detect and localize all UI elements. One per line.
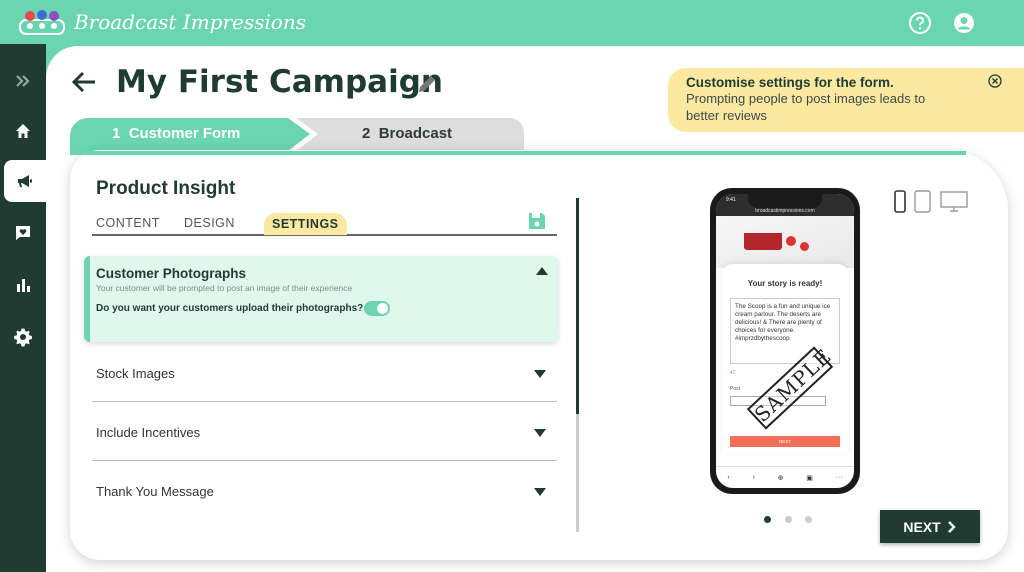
forward-icon: › [752,474,755,481]
accordion-customer-photographs[interactable]: Customer Photographs Your customer will … [84,256,558,342]
top-bar: Broadcast Impressions [0,0,1024,46]
back-arrow-icon[interactable] [70,68,98,96]
tab-content[interactable]: CONTENT [96,216,160,230]
step-label: Customer Form [128,125,241,142]
megaphone-icon [18,175,32,187]
tip-text: Prompting people to post images leads to… [686,91,926,123]
tip-banner: Customise settings for the form. Prompti… [668,68,1024,132]
form-title: Product Insight [96,178,236,199]
sidebar-item-reviews[interactable] [0,212,46,254]
photo-upload-question: Do you want your customers upload their … [96,303,364,314]
brand-name: Broadcast Impressions [74,10,306,34]
caret-down-icon [534,370,546,378]
phone-notch [748,194,822,208]
mobile-device-icon[interactable] [893,190,907,214]
save-icon[interactable] [528,212,546,230]
scrollbar-thumb[interactable] [576,198,579,414]
caret-down-icon [534,429,546,437]
home-icon [16,124,30,138]
accordion-label: Stock Images [96,366,175,381]
next-label: NEXT [903,518,941,535]
accordion-label: Thank You Message [96,484,214,499]
add-icon: ⊕ [777,474,784,482]
phone-url: broadcastimpressions.com [755,208,815,214]
form-tabs: CONTENT DESIGN SETTINGS [92,212,557,236]
phone-browser-nav: ‹ › ⊕ ▣ ··· [716,466,854,488]
account-icon[interactable] [952,11,976,35]
raspberry [786,236,796,246]
step-customer-form[interactable]: 1 Customer Form [70,118,310,151]
sidebar-item-home[interactable] [0,110,46,152]
sidebar-item-settings[interactable] [0,316,46,358]
logo-icon [19,10,65,35]
tab-design[interactable]: DESIGN [184,216,235,230]
gear-icon [14,328,33,347]
step-number: 2 [362,125,371,142]
tablet-device-icon[interactable] [913,190,933,214]
phone-time: 9:41 [726,197,736,203]
raspberry [800,242,809,251]
post-label: Post [730,386,741,392]
back-icon: ‹ [727,474,730,481]
more-icon: ··· [835,474,843,481]
heart-chat-icon [16,226,30,240]
pager-dot-3[interactable] [805,516,812,523]
dessert-image [716,216,854,268]
caret-down-icon [534,488,546,496]
sidebar [0,44,46,572]
pager-dot-2[interactable] [785,516,792,523]
text-size-icon: ♦T [730,370,736,376]
tabs-icon: ▣ [806,474,813,482]
accordion-thank-you-message[interactable]: Thank You Message [92,462,557,520]
step-label: Broadcast [378,125,453,142]
step-number: 1 [112,125,121,142]
chevron-right-icon [947,520,956,533]
step-broadcast[interactable]: 2 Broadcast [296,118,524,151]
close-icon[interactable] [988,74,1002,88]
story-title: Your story is ready! [747,279,823,288]
pager-dot-1[interactable] [764,516,771,523]
step-progress-bar [70,151,966,155]
sidebar-item-analytics[interactable] [0,264,46,306]
mini-next-button: NEXT [730,436,840,447]
photo-upload-toggle[interactable] [364,301,390,316]
next-button[interactable]: NEXT [880,510,980,543]
tip-title: Customise settings for the form. [686,75,894,90]
sidebar-item-campaigns[interactable] [4,160,46,202]
caret-up-icon[interactable] [536,267,548,275]
phone-screen: 9:41 broadcastimpressions.com Your story… [716,194,854,488]
page-title: My First Campaign [116,64,443,100]
panel-subtitle: Your customer will be prompted to post a… [96,283,353,293]
accordion-include-incentives[interactable]: Include Incentives [92,403,557,461]
edit-pencil-icon[interactable] [416,73,438,95]
double-chevron-right-icon [16,75,30,87]
panel-title: Customer Photographs [96,266,247,281]
expand-sidebar-button[interactable] [0,60,46,102]
desktop-device-icon[interactable] [940,190,968,214]
cake-slice [744,228,782,250]
accordion-stock-images[interactable]: Stock Images [92,344,557,402]
help-icon[interactable] [908,11,932,35]
bar-chart-icon [17,279,30,292]
phone-preview: 9:41 broadcastimpressions.com Your story… [710,188,860,494]
accordion-label: Include Incentives [96,425,201,440]
tab-settings[interactable]: SETTINGS [264,213,347,235]
